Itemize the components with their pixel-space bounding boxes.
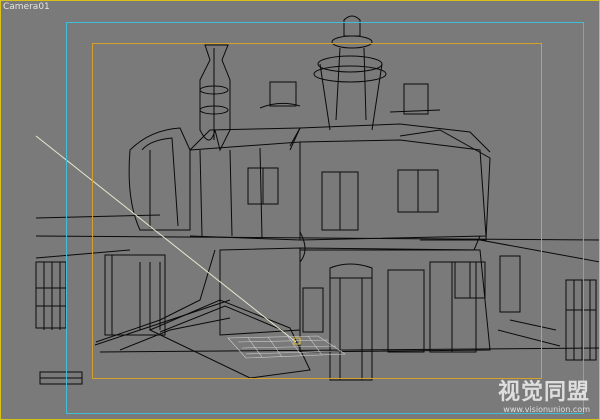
tower-left — [199, 44, 231, 152]
ground-lines — [35, 214, 600, 353]
wireframe-scene — [35, 15, 600, 385]
house-main-body — [128, 123, 491, 263]
right-annex — [399, 129, 521, 313]
tower-right — [313, 15, 387, 131]
floor-grid — [227, 335, 346, 359]
camera-viewport[interactable]: Camera01 视觉同盟 www.visionunion.com — [0, 0, 600, 420]
watermark: 视觉同盟 www.visionunion.com — [497, 380, 590, 415]
camera-view-line — [35, 135, 297, 343]
chimneys — [259, 81, 441, 115]
left-fence — [35, 261, 83, 385]
stair-platform — [148, 299, 311, 379]
left-annex — [95, 249, 231, 351]
viewport-label[interactable]: Camera01 — [3, 2, 50, 12]
watermark-url: www.visionunion.com — [503, 405, 590, 414]
watermark-logo-text: 视觉同盟 — [497, 380, 590, 405]
